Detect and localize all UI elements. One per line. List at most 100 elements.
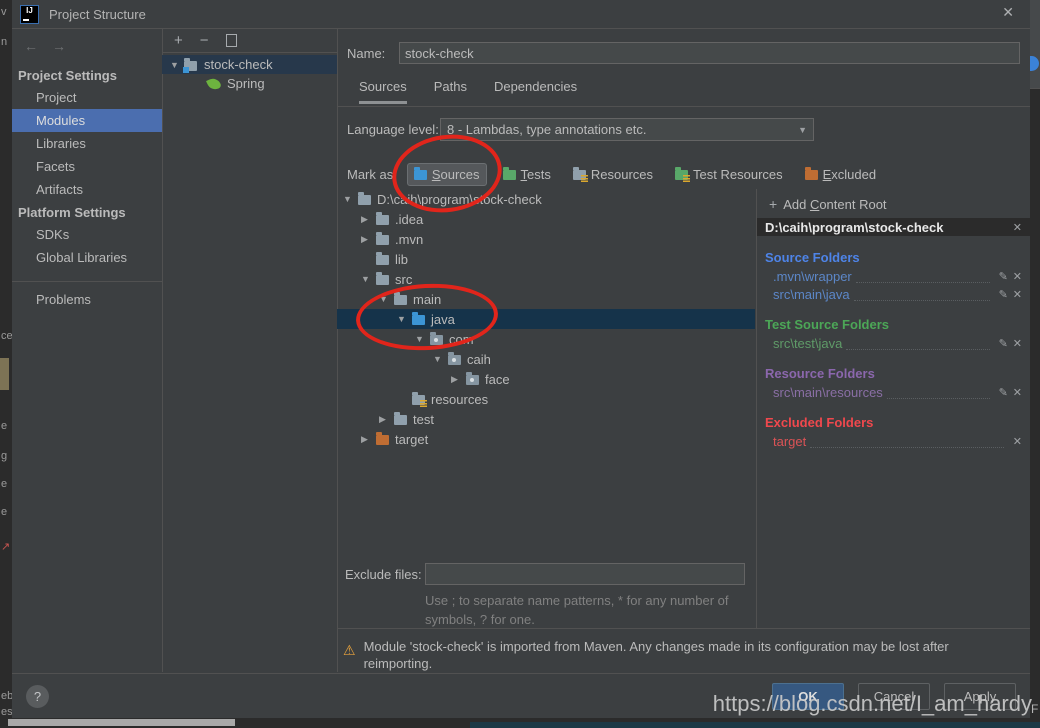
mark-excluded-button[interactable]: Excluded xyxy=(799,164,882,185)
excluded-folder-item[interactable]: target ✕ xyxy=(757,432,1030,450)
test-source-folder-item[interactable]: src\test\java ✎ ✕ xyxy=(757,334,1030,352)
warning-icon: ⚠ xyxy=(343,642,356,672)
collapse-icon[interactable]: ▼ xyxy=(361,274,376,284)
module-row-spring-facet[interactable]: Spring xyxy=(162,74,337,93)
exclude-files-row: Exclude files: xyxy=(345,563,745,585)
module-toolbar: + − xyxy=(162,29,337,53)
collapse-icon[interactable]: ▼ xyxy=(170,60,184,70)
mark-resources-button[interactable]: Resources xyxy=(567,164,659,185)
collapse-icon[interactable]: ▼ xyxy=(343,194,358,204)
package-icon xyxy=(448,355,461,365)
edit-icon[interactable]: ✎ xyxy=(999,386,1008,399)
module-list-panel: + − ▼ stock-check Spring xyxy=(162,29,338,672)
remove-content-root-icon[interactable]: ✕ xyxy=(1013,221,1022,234)
copy-module-icon[interactable] xyxy=(226,34,237,47)
expand-icon[interactable]: ▶ xyxy=(361,214,376,225)
spring-leaf-icon xyxy=(206,76,222,92)
collapse-icon[interactable]: ▼ xyxy=(433,354,448,364)
add-content-root-button[interactable]: + Add Content Root xyxy=(769,195,1030,213)
ok-button[interactable]: OK xyxy=(772,683,844,710)
tree-row-java[interactable]: ▼ java xyxy=(337,309,755,329)
tab-bar: Sources Paths Dependencies xyxy=(359,79,577,104)
collapse-icon[interactable]: ▼ xyxy=(397,314,412,324)
collapse-icon[interactable]: ▼ xyxy=(415,334,430,344)
tree-row-mvn[interactable]: ▶ .mvn xyxy=(337,229,755,249)
folder-icon xyxy=(376,255,389,265)
language-level-select[interactable]: 8 - Lambdas, type annotations etc. ▼ xyxy=(440,118,814,141)
package-icon xyxy=(430,335,443,345)
back-icon[interactable]: ← xyxy=(24,38,38,54)
edit-icon[interactable]: ✎ xyxy=(999,337,1008,350)
cancel-button[interactable]: Cancel xyxy=(858,683,930,710)
language-level-label: Language level: xyxy=(347,122,440,137)
sidebar-item-problems[interactable]: Problems xyxy=(12,288,162,311)
folder-icon xyxy=(394,415,407,425)
mark-test-resources-button[interactable]: Test Resources xyxy=(669,164,789,185)
mark-tests-button[interactable]: Tests xyxy=(497,164,557,185)
expand-icon[interactable]: ▶ xyxy=(379,414,394,425)
source-folder-item[interactable]: src\main\java ✎ ✕ xyxy=(757,285,1030,303)
sidebar-item-global-libraries[interactable]: Global Libraries xyxy=(12,246,162,269)
test-source-folders-title: Test Source Folders xyxy=(765,317,1030,334)
apply-button[interactable]: Apply xyxy=(944,683,1016,710)
tree-row-lib[interactable]: lib xyxy=(337,249,755,269)
mark-sources-button[interactable]: Sources xyxy=(407,163,487,186)
content-roots-panel: + Add Content Root D:\caih\program\stock… xyxy=(757,189,1030,628)
tree-row-resources[interactable]: resources xyxy=(337,389,755,409)
forward-icon[interactable]: → xyxy=(52,38,66,54)
expand-icon[interactable]: ▶ xyxy=(361,234,376,245)
sidebar-item-modules[interactable]: Modules xyxy=(12,109,162,132)
edit-icon[interactable]: ✎ xyxy=(999,288,1008,301)
screen: v n ce e g e e ↗ eb es F IJ Project Stru… xyxy=(0,0,1040,728)
exclude-files-input[interactable] xyxy=(425,563,745,585)
module-name-input[interactable] xyxy=(399,42,1020,64)
remove-icon[interactable]: ✕ xyxy=(1013,337,1022,350)
remove-module-icon[interactable]: − xyxy=(200,33,209,48)
tree-row-caih[interactable]: ▼ caih xyxy=(337,349,755,369)
tab-sources[interactable]: Sources xyxy=(359,79,407,104)
remove-icon[interactable]: ✕ xyxy=(1013,386,1022,399)
remove-icon[interactable]: ✕ xyxy=(1013,288,1022,301)
bg-block xyxy=(0,358,9,390)
tree-row-root[interactable]: ▼ D:\caih\program\stock-check xyxy=(337,189,755,209)
dotted-leader xyxy=(846,337,989,350)
tabs-separator xyxy=(337,106,1030,107)
tree-row-main[interactable]: ▼ main xyxy=(337,289,755,309)
tree-row-com[interactable]: ▼ com xyxy=(337,329,755,349)
name-row: Name: xyxy=(347,42,1020,64)
warning-text: Module 'stock-check' is imported from Ma… xyxy=(364,636,1013,672)
sidebar-item-project[interactable]: Project xyxy=(12,86,162,109)
module-row-stock-check[interactable]: ▼ stock-check xyxy=(162,55,337,74)
tests-folder-icon xyxy=(503,170,516,180)
sidebar-item-artifacts[interactable]: Artifacts xyxy=(12,178,162,201)
close-icon[interactable]: ✕ xyxy=(1002,4,1014,21)
remove-icon[interactable]: ✕ xyxy=(1013,270,1022,283)
edit-icon[interactable]: ✎ xyxy=(999,270,1008,283)
resource-folder-item[interactable]: src\main\resources ✎ ✕ xyxy=(757,383,1030,401)
source-folder-item[interactable]: .mvn\wrapper ✎ ✕ xyxy=(757,267,1030,285)
tree-row-face[interactable]: ▶ face xyxy=(337,369,755,389)
background-left-strip: v n ce e g e e ↗ eb es xyxy=(0,0,12,728)
sidebar-item-sdks[interactable]: SDKs xyxy=(12,223,162,246)
collapse-icon[interactable]: ▼ xyxy=(379,294,394,304)
bg-fragment: e xyxy=(1,478,7,490)
tree-row-idea[interactable]: ▶ .idea xyxy=(337,209,755,229)
tree-row-src[interactable]: ▼ src xyxy=(337,269,755,289)
tree-row-target[interactable]: ▶ target xyxy=(337,429,755,449)
sidebar-item-libraries[interactable]: Libraries xyxy=(12,132,162,155)
tree-row-test[interactable]: ▶ test xyxy=(337,409,755,429)
tab-paths[interactable]: Paths xyxy=(434,79,467,104)
add-module-icon[interactable]: + xyxy=(174,33,183,48)
bg-fragment: e xyxy=(1,506,7,518)
remove-icon[interactable]: ✕ xyxy=(1013,435,1022,448)
dotted-leader xyxy=(810,435,1004,448)
expand-icon[interactable]: ▶ xyxy=(451,374,466,385)
tab-dependencies[interactable]: Dependencies xyxy=(494,79,577,104)
excluded-folder-icon xyxy=(805,170,818,180)
expand-icon[interactable]: ▶ xyxy=(361,434,376,445)
help-button[interactable]: ? xyxy=(26,685,49,708)
sidebar-item-facets[interactable]: Facets xyxy=(12,155,162,178)
content-root-header[interactable]: D:\caih\program\stock-check ✕ xyxy=(757,218,1030,236)
folder-icon xyxy=(394,295,407,305)
footer-buttons: OK Cancel Apply xyxy=(772,683,1016,710)
